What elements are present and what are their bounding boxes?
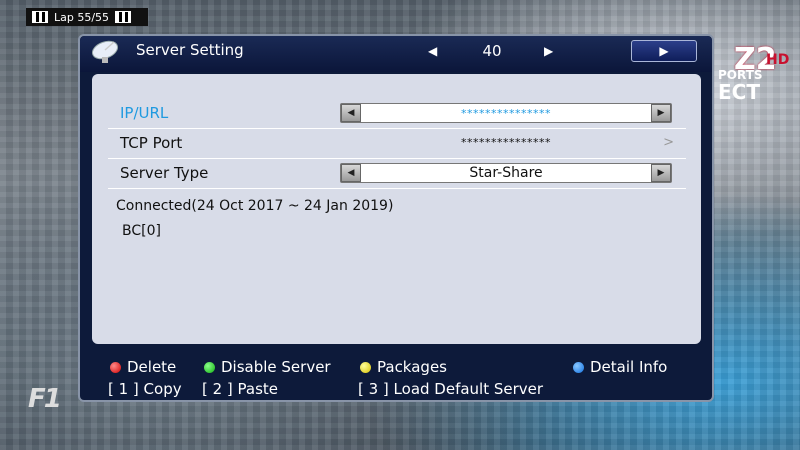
slot-number: 40: [482, 42, 502, 60]
load-default-server-label: [ 3 ] Load Default Server: [358, 380, 544, 398]
red-button-icon: [110, 361, 121, 373]
connection-status: Connected(24 Oct 2017 ~ 24 Jan 2019): [116, 198, 394, 214]
settings-panel: IP/URL ◀ *************** ▶ TCP Port ****…: [92, 74, 701, 344]
packages-label: Packages: [377, 358, 447, 376]
checkered-flag-icon: [32, 11, 48, 23]
checkered-flag-icon: [115, 11, 132, 23]
dialog-title: Server Setting: [136, 41, 244, 59]
disable-server-label: Disable Server: [221, 358, 331, 376]
prev-slot-arrow-icon[interactable]: ◀: [428, 44, 437, 58]
ip-url-selector[interactable]: ◀ *************** ▶: [340, 103, 672, 123]
tcp-port-value: ***************: [461, 136, 551, 149]
blue-button-icon: [573, 361, 584, 373]
paste-key[interactable]: [ 2 ] Paste: [202, 380, 278, 398]
f1-logo: F1: [28, 384, 62, 414]
tcp-port-label: TCP Port: [120, 134, 183, 152]
server-type-row[interactable]: Server Type ◀ Star-Share ▶: [108, 160, 686, 189]
lap-counter: Lap 55/55: [26, 8, 148, 26]
load-default-server-key[interactable]: [ 3 ] Load Default Server: [358, 380, 543, 398]
ip-url-label: IP/URL: [120, 104, 169, 122]
packages-key[interactable]: Packages: [360, 358, 447, 376]
yellow-button-icon: [360, 361, 371, 373]
tcp-port-row[interactable]: TCP Port *************** >: [108, 130, 686, 159]
server-type-selector[interactable]: ◀ Star-Share ▶: [340, 163, 672, 183]
detail-info-label: Detail Info: [590, 358, 668, 376]
play-button[interactable]: ▶: [631, 40, 697, 62]
bc-info: BC[0]: [122, 223, 161, 239]
delete-label: Delete: [127, 358, 177, 376]
channel-logo: Z2 HD PORTS ECT: [718, 42, 790, 104]
arrow-left-icon[interactable]: ◀: [341, 104, 361, 122]
ip-url-value: ***************: [461, 107, 551, 120]
delete-key[interactable]: Delete: [110, 358, 176, 376]
green-button-icon: [204, 361, 215, 373]
arrow-right-icon[interactable]: ▶: [651, 164, 671, 182]
copy-label: [ 1 ] Copy: [108, 380, 182, 398]
detail-info-key[interactable]: Detail Info: [573, 358, 667, 376]
server-setting-dialog: Server Setting ◀ 40 ▶ ▶ IP/URL ◀ *******…: [78, 34, 714, 402]
footer-keys: Delete Disable Server Packages Detail In…: [80, 352, 712, 402]
ip-url-row[interactable]: IP/URL ◀ *************** ▶: [108, 100, 686, 129]
satellite-dish-icon: [91, 40, 119, 63]
lap-text: Lap 55/55: [54, 10, 110, 24]
server-type-value: Star-Share: [469, 165, 543, 181]
paste-label: [ 2 ] Paste: [202, 380, 279, 398]
copy-key[interactable]: [ 1 ] Copy: [108, 380, 182, 398]
next-slot-arrow-icon[interactable]: ▶: [544, 44, 553, 58]
disable-server-key[interactable]: Disable Server: [204, 358, 331, 376]
title-bar: Server Setting ◀ 40 ▶ ▶: [80, 36, 712, 72]
arrow-left-icon[interactable]: ◀: [341, 164, 361, 182]
chevron-right-icon: >: [663, 135, 674, 150]
arrow-right-icon[interactable]: ▶: [651, 104, 671, 122]
server-type-label: Server Type: [120, 164, 209, 182]
